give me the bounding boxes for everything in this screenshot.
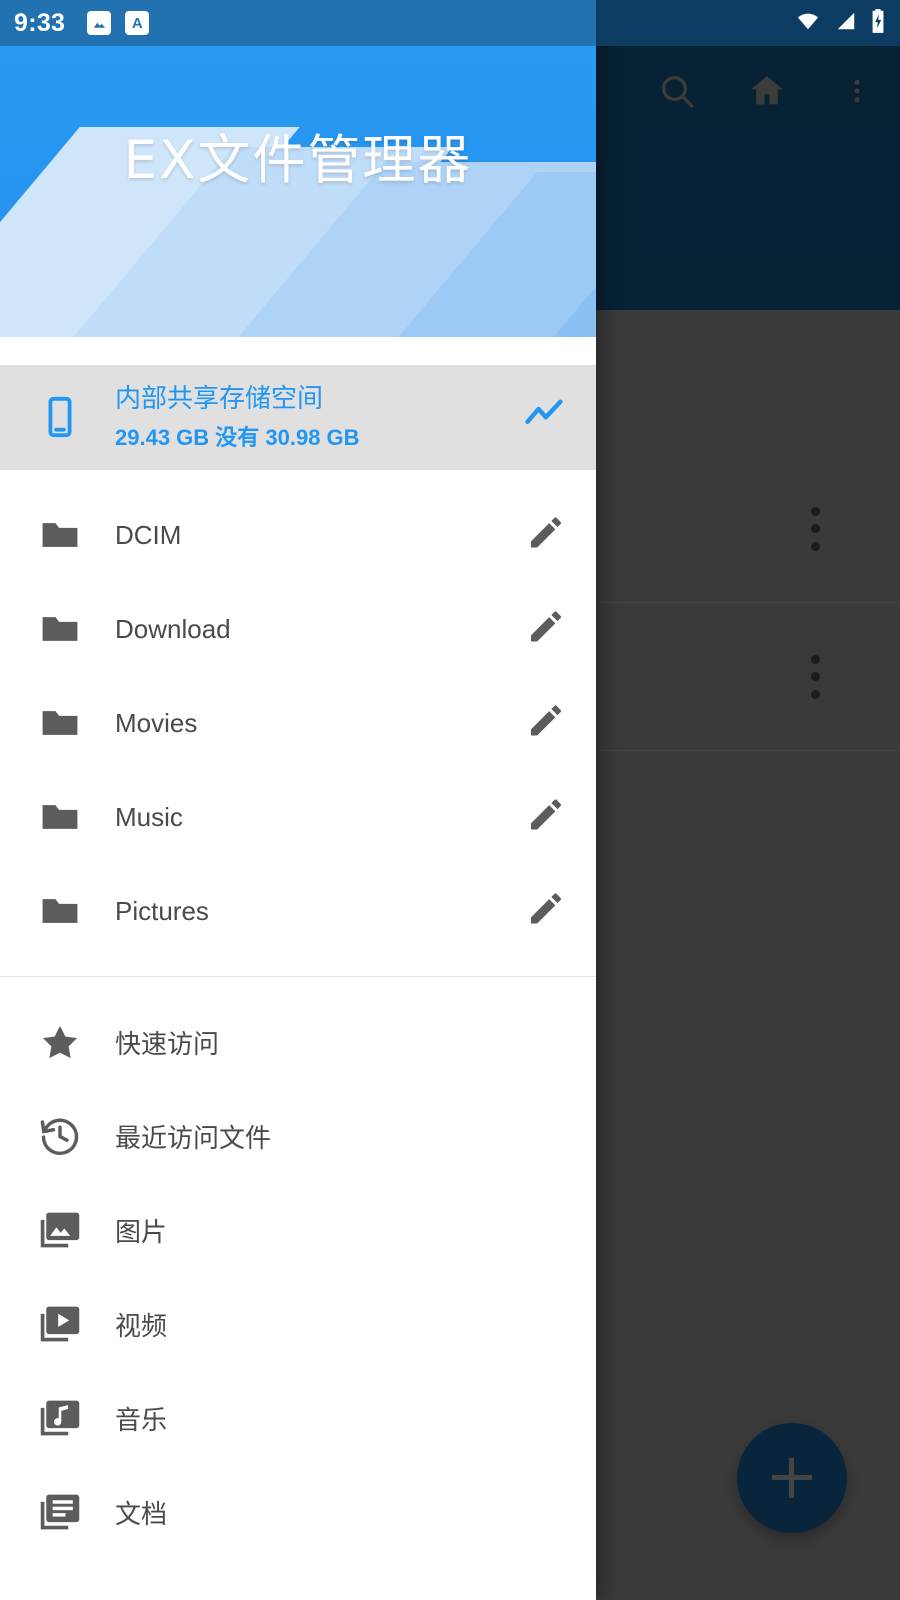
drawer-item-images[interactable]: 图片 [0,1183,596,1277]
drawer-item-label: DCIM [115,519,182,550]
status-bar-notifications: A [87,11,150,35]
drawer-item-quick-access[interactable]: 快速访问 [0,995,596,1089]
signal-icon [833,10,859,37]
drawer-spacer [0,337,596,365]
navigation-drawer: EX文件管理器 内部共享存储空间 29.43 GB 没有 30.98 GB DC… [0,0,596,1600]
pencil-icon[interactable] [526,607,566,652]
pencil-icon[interactable] [526,513,566,558]
drawer-header: EX文件管理器 [0,0,596,337]
drawer-spacer [0,977,596,995]
pencil-icon[interactable] [526,701,566,746]
drawer-item-folder[interactable]: DCIM [0,488,596,582]
star-icon [30,1020,90,1064]
drawer-item-label: 文档 [115,1498,168,1529]
storage-title: 内部共享存储空间 [115,382,324,413]
drawer-item-folder[interactable]: Pictures [0,864,596,958]
storage-item-internal[interactable]: 内部共享存储空间 29.43 GB 没有 30.98 GB [0,365,596,469]
drawer-item-recent-files[interactable]: 最近访问文件 [0,1089,596,1183]
video-library-icon [30,1302,90,1346]
battery-charging-icon [870,8,886,39]
drawer-item-music[interactable]: 音乐 [0,1371,596,1465]
status-bar: 9:33 A [0,0,900,46]
folder-icon [30,701,90,745]
folder-icon [30,513,90,557]
pencil-icon[interactable] [526,889,566,934]
folder-icon [30,795,90,839]
drawer-item-label: 最近访问文件 [115,1122,272,1153]
page-title: EX文件管理器 [123,130,473,191]
drawer-item-documents[interactable]: 文档 [0,1465,596,1559]
music-library-icon [30,1396,90,1440]
drawer-item-folder[interactable]: Download [0,582,596,676]
wifi-icon [794,10,822,37]
pencil-icon[interactable] [526,795,566,840]
drawer-item-label: Movies [115,707,198,738]
drawer-item-label: 视频 [115,1310,168,1341]
image-icon [87,11,112,35]
drawer-item-folder[interactable]: Music [0,770,596,864]
drawer-item-label: 音乐 [115,1404,168,1435]
drawer-body: 内部共享存储空间 29.43 GB 没有 30.98 GB DCIM Downl… [0,337,596,1559]
translate-a-icon: A [125,11,150,35]
drawer-item-videos[interactable]: 视频 [0,1277,596,1371]
document-library-icon [30,1490,90,1534]
drawer-item-label: Download [115,613,231,644]
folder-icon [30,607,90,651]
drawer-item-folder[interactable]: Movies [0,676,596,770]
status-bar-system-icons [794,8,886,39]
drawer-spacer [0,470,596,488]
storage-subtitle: 29.43 GB 没有 30.98 GB [115,425,360,451]
drawer-item-label: 图片 [115,1216,168,1247]
drawer-spacer [0,958,596,976]
chart-trending-icon[interactable] [522,393,566,442]
drawer-item-label: Pictures [115,895,209,926]
phone-icon [30,394,90,440]
drawer-item-label: 快速访问 [115,1028,220,1059]
history-icon [30,1114,90,1158]
photo-library-icon [30,1208,90,1252]
drawer-item-label: Music [115,801,183,832]
folder-icon [30,889,90,933]
status-bar-clock: 9:33 [14,8,66,37]
